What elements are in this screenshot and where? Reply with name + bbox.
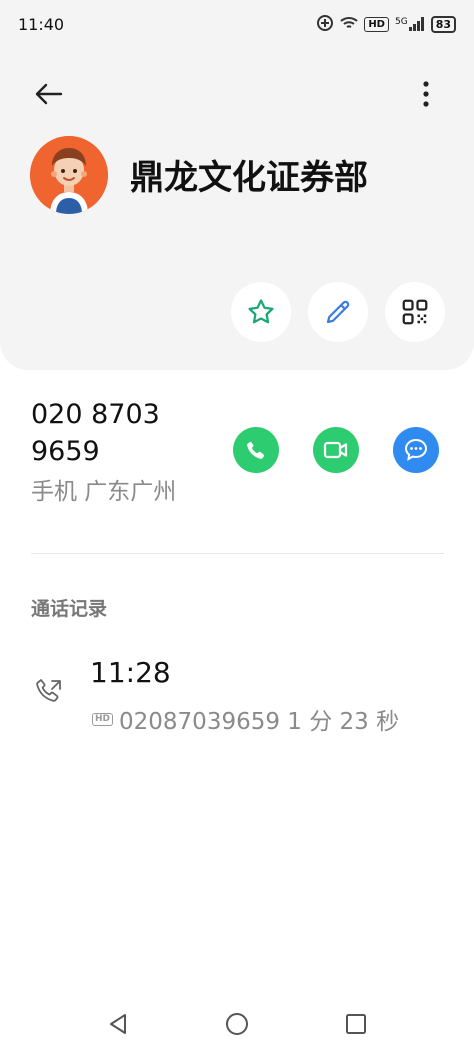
chat-bubble-icon xyxy=(404,438,428,461)
hd-indicator: HD xyxy=(364,16,389,32)
call-log-title: 通话记录 xyxy=(31,598,108,620)
navigation-bar xyxy=(0,995,474,1053)
avatar xyxy=(30,136,108,214)
call-time: 11:28 xyxy=(90,656,171,689)
qr-code-icon xyxy=(402,299,428,325)
more-vertical-icon xyxy=(423,81,429,107)
contact-name: 鼎龙文化证券部 xyxy=(130,158,368,198)
back-button[interactable] xyxy=(30,76,66,112)
triangle-back-icon xyxy=(110,1014,126,1034)
square-recents-icon xyxy=(346,1014,366,1034)
status-bar: 11:40 HD 5G 83 xyxy=(0,0,474,48)
arrow-left-icon xyxy=(35,83,63,105)
call-number-duration: 02087039659 1 分 23 秒 xyxy=(119,709,400,735)
battery-indicator: 83 xyxy=(430,15,456,33)
phone-type-location: 手机 广东广州 xyxy=(31,479,177,505)
message-button[interactable] xyxy=(393,427,439,473)
call-detail: HD 02087039659 1 分 23 秒 xyxy=(92,702,399,736)
video-camera-icon xyxy=(323,441,348,459)
call-button[interactable] xyxy=(233,427,279,473)
phone-icon xyxy=(247,441,265,459)
nav-home-button[interactable] xyxy=(220,1007,254,1041)
qr-code-button[interactable] xyxy=(385,282,445,342)
add-circle-icon xyxy=(316,14,334,35)
divider xyxy=(31,553,444,554)
hd-badge: HD xyxy=(92,712,114,726)
signal-icon: 5G xyxy=(395,17,425,31)
video-call-button[interactable] xyxy=(313,427,359,473)
pencil-icon xyxy=(326,300,350,324)
nav-recents-button[interactable] xyxy=(339,1007,373,1041)
star-icon xyxy=(248,299,274,324)
nav-back-button[interactable] xyxy=(101,1007,135,1041)
outgoing-call-icon xyxy=(33,676,65,708)
network-type: 5G xyxy=(394,17,408,27)
status-icons: HD 5G 83 xyxy=(316,14,456,35)
status-time: 11:40 xyxy=(18,14,65,34)
phone-number[interactable]: 020 8703 9659 xyxy=(31,396,221,470)
favorite-button[interactable] xyxy=(231,282,291,342)
edit-button[interactable] xyxy=(308,282,368,342)
circle-home-icon xyxy=(226,1013,248,1035)
more-options-button[interactable] xyxy=(408,76,444,112)
person-avatar-icon xyxy=(30,136,108,214)
wifi-icon xyxy=(340,16,358,33)
